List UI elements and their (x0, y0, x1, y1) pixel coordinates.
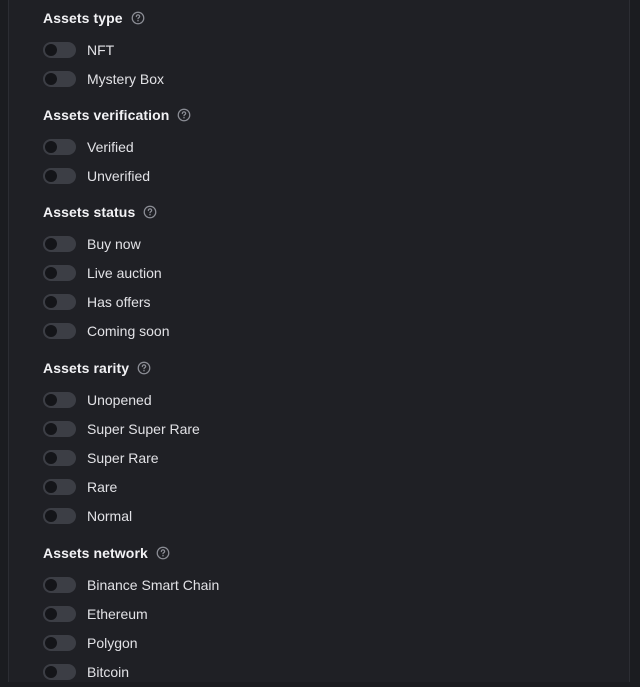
filter-option[interactable]: NFT (43, 35, 603, 64)
filter-option[interactable]: Buy now (43, 229, 603, 258)
filter-option[interactable]: Ethereum (43, 599, 603, 628)
toggle-knob (45, 140, 57, 153)
filter-option[interactable]: Bitcoin (43, 658, 603, 687)
filter-option-label: Rare (87, 479, 118, 496)
filter-option[interactable]: Rare (43, 473, 603, 502)
filter-option[interactable]: Binance Smart Chain (43, 570, 603, 599)
filter-option-label: Has offers (87, 293, 151, 310)
filter-option-label: Buy now (87, 235, 141, 252)
toggle-knob (45, 72, 57, 85)
toggle-switch[interactable] (43, 138, 76, 155)
filter-option-label: Verified (87, 138, 134, 155)
group-title: Assets verification (43, 107, 170, 123)
filter-option[interactable]: Super Rare (43, 443, 603, 472)
filter-option[interactable]: Unverified (43, 161, 603, 190)
filter-option-label: Unopened (87, 391, 152, 408)
filter-option[interactable]: Coming soon (43, 317, 603, 346)
group-header: Assets verification (43, 105, 603, 125)
group-header: Assets status (43, 202, 603, 222)
filter-group-assets-type: Assets type NFT Mystery Box (43, 8, 603, 93)
filter-option-label: Coming soon (87, 323, 170, 340)
toggle-switch[interactable] (43, 167, 76, 184)
toggle-knob (45, 169, 57, 182)
toggle-switch[interactable] (43, 449, 76, 466)
toggle-switch[interactable] (43, 605, 76, 622)
filter-option-label: NFT (87, 41, 115, 58)
toggle-switch[interactable] (43, 235, 76, 252)
filter-option-label: Unverified (87, 167, 151, 184)
filter-group-assets-status: Assets status Buy now Live auction Has o… (43, 202, 603, 346)
toggle-switch[interactable] (43, 479, 76, 496)
question-circle-icon[interactable] (143, 205, 157, 219)
toggle-knob (45, 451, 57, 464)
filter-group-assets-rarity: Assets rarity Unopened Super Super Rare … (43, 358, 603, 531)
group-title: Assets network (43, 545, 148, 561)
filter-option-label: Normal (87, 508, 133, 525)
group-header: Assets network (43, 543, 603, 563)
filter-panel: Assets type NFT Mystery Box Assets verif… (8, 0, 630, 682)
toggle-knob (45, 266, 57, 279)
filter-option[interactable]: Super Super Rare (43, 414, 603, 443)
filter-option-label: Binance Smart Chain (87, 576, 220, 593)
filter-option[interactable]: Polygon (43, 628, 603, 657)
filter-option[interactable]: Normal (43, 502, 603, 531)
toggle-knob (45, 237, 57, 250)
toggle-knob (45, 636, 57, 649)
toggle-knob (45, 295, 57, 308)
group-title: Assets status (43, 204, 136, 220)
toggle-switch[interactable] (43, 264, 76, 281)
filter-option[interactable]: Mystery Box (43, 64, 603, 93)
group-title: Assets rarity (43, 360, 130, 376)
toggle-knob (45, 607, 57, 620)
filter-group-assets-verification: Assets verification Verified Unverified (43, 105, 603, 190)
toggle-switch[interactable] (43, 664, 76, 681)
filter-option-label: Super Rare (87, 449, 159, 466)
group-title: Assets type (43, 10, 123, 26)
filter-option-label: Polygon (87, 634, 138, 651)
group-header: Assets type (43, 8, 603, 28)
toggle-knob (45, 43, 57, 56)
filter-option-label: Super Super Rare (87, 420, 200, 437)
question-circle-icon[interactable] (137, 361, 151, 375)
filter-option[interactable]: Unopened (43, 385, 603, 414)
filter-option[interactable]: Has offers (43, 287, 603, 316)
filter-option[interactable]: Verified (43, 132, 603, 161)
toggle-switch[interactable] (43, 323, 76, 340)
toggle-switch[interactable] (43, 420, 76, 437)
toggle-switch[interactable] (43, 41, 76, 58)
toggle-knob (45, 578, 57, 591)
toggle-knob (45, 510, 57, 523)
filter-option-label: Mystery Box (87, 70, 165, 87)
filter-option-label: Ethereum (87, 605, 148, 622)
filter-option[interactable]: Live auction (43, 258, 603, 287)
toggle-switch[interactable] (43, 508, 76, 525)
toggle-switch[interactable] (43, 70, 76, 87)
filter-option-label: Live auction (87, 264, 162, 281)
toggle-switch[interactable] (43, 576, 76, 593)
toggle-knob (45, 422, 57, 435)
toggle-switch[interactable] (43, 391, 76, 408)
question-circle-icon[interactable] (156, 546, 170, 560)
toggle-knob (45, 325, 57, 338)
question-circle-icon[interactable] (177, 108, 191, 122)
filter-group-assets-network: Assets network Binance Smart Chain Ether… (43, 543, 603, 687)
toggle-knob (45, 481, 57, 494)
toggle-knob (45, 393, 57, 406)
filter-option-label: Bitcoin (87, 664, 130, 681)
group-header: Assets rarity (43, 358, 603, 378)
toggle-switch[interactable] (43, 293, 76, 310)
question-circle-icon[interactable] (131, 11, 145, 25)
toggle-knob (45, 666, 57, 679)
toggle-switch[interactable] (43, 634, 76, 651)
